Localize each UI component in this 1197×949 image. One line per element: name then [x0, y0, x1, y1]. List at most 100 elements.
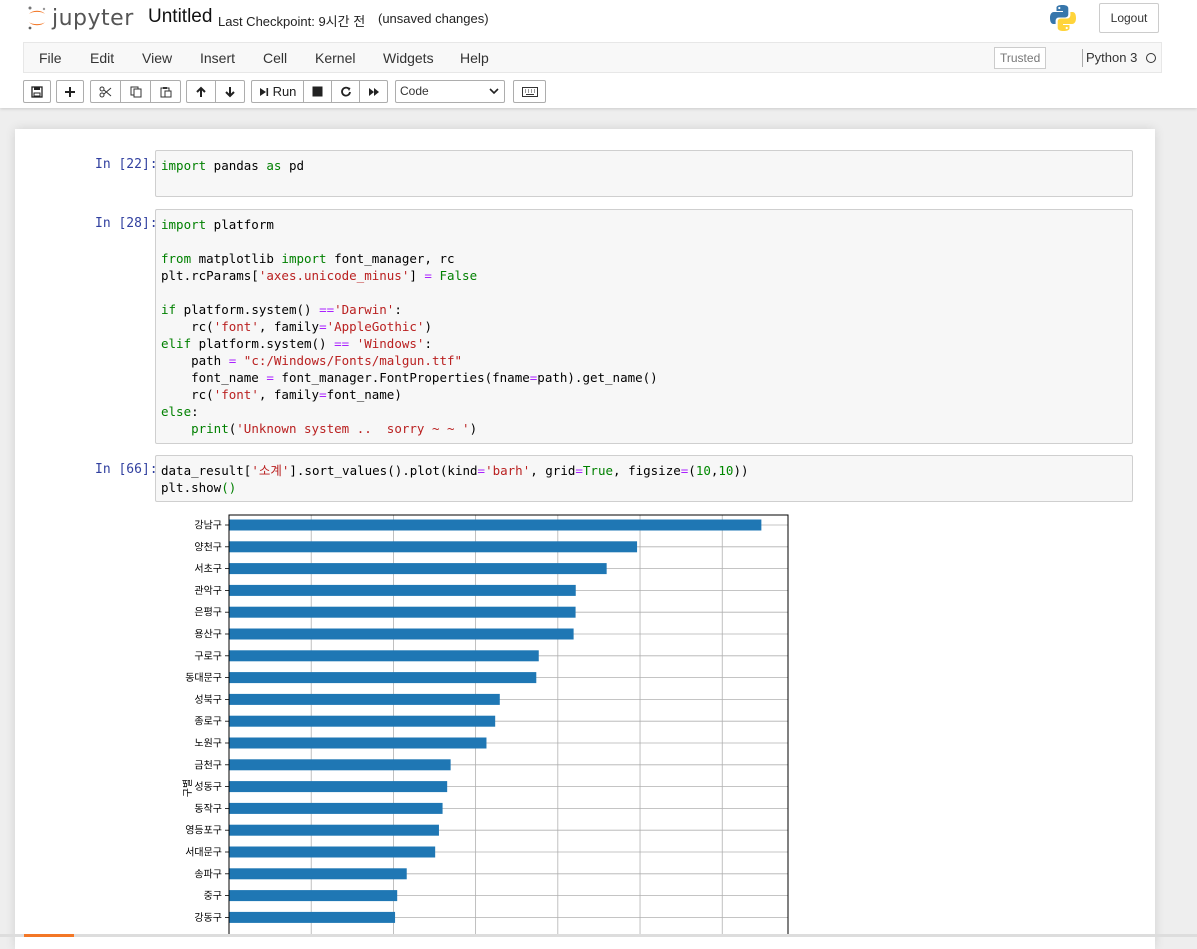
chart-bar — [229, 846, 436, 858]
fast-forward-icon — [368, 87, 379, 96]
chart-bar — [229, 693, 500, 705]
chart-bar — [229, 737, 487, 749]
chevron-down-icon — [489, 88, 499, 95]
paste-icon — [160, 86, 171, 97]
chart-bar — [229, 541, 638, 553]
menu-file[interactable]: File — [39, 43, 62, 73]
copy-button[interactable] — [120, 80, 151, 103]
menu-kernel[interactable]: Kernel — [315, 43, 355, 73]
paste-button[interactable] — [150, 80, 181, 103]
chart-bar — [229, 911, 396, 923]
chart-tick-label: 동대문구 — [185, 672, 222, 684]
cell-type-value: Code — [400, 84, 429, 98]
chart-tick-label: 강남구 — [194, 520, 222, 532]
logout-button[interactable]: Logout — [1099, 3, 1159, 33]
jupyter-logo-icon — [28, 6, 46, 30]
move-up-button[interactable] — [186, 80, 216, 103]
menu-edit[interactable]: Edit — [90, 43, 114, 73]
menu-bar: File Edit View Insert Cell Kernel Widget… — [23, 42, 1162, 73]
chart-bar — [229, 824, 439, 836]
python-logo-icon — [1050, 5, 1076, 31]
autosave-status: (unsaved changes) — [378, 11, 489, 26]
chart-ylabel: 구별 — [182, 779, 194, 797]
chart-tick-label: 성북구 — [194, 694, 222, 706]
chart-tick-label: 서대문구 — [185, 847, 222, 859]
menu-view[interactable]: View — [142, 43, 172, 73]
restart-button[interactable] — [331, 80, 360, 103]
run-button[interactable]: Run — [251, 80, 304, 103]
chart-bar — [229, 715, 496, 727]
arrow-up-icon — [196, 86, 206, 97]
cell-type-select[interactable]: Code — [395, 80, 505, 103]
chart-bar — [229, 802, 443, 814]
save-icon — [31, 85, 43, 98]
checkpoint-status: Last Checkpoint: 9시간 전 — [218, 14, 366, 29]
chart-tick-label: 관악구 — [194, 585, 222, 597]
chart-tick-label: 강동구 — [194, 912, 222, 924]
code-cell-2[interactable]: import platform from matplotlib import f… — [155, 209, 1133, 444]
chart-tick-label: 은평구 — [194, 607, 222, 619]
chart-bar — [229, 628, 574, 640]
run-group: Run — [251, 80, 388, 103]
save-button[interactable] — [23, 80, 51, 103]
chart-tick-label: 송파구 — [194, 868, 222, 880]
code-cell-3[interactable]: data_result['소계'].sort_values().plot(kin… — [155, 455, 1133, 502]
restart-run-all-button[interactable] — [359, 80, 388, 103]
keyboard-icon — [521, 86, 538, 97]
move-group — [186, 80, 245, 103]
command-palette-button[interactable] — [513, 80, 546, 103]
cell-prompt: In [22]: — [95, 157, 158, 172]
chart-tick-label: 양천구 — [194, 541, 222, 553]
notebook-container: In [22]: import pandas as pd In [28]: im… — [15, 129, 1155, 949]
chart-tick-label: 성동구 — [194, 781, 222, 793]
move-down-button[interactable] — [215, 80, 245, 103]
menu-help[interactable]: Help — [460, 43, 489, 73]
kernel-name: Python 3 — [1086, 50, 1138, 65]
arrow-down-icon — [225, 86, 235, 97]
jupyter-logo[interactable]: jupyter — [26, 4, 134, 32]
header: jupyter Untitled Last Checkpoint: 9시간 전 … — [0, 0, 1197, 108]
stop-icon — [312, 86, 323, 97]
clipboard-group — [90, 80, 181, 103]
chart-bar — [229, 584, 576, 596]
copy-icon — [130, 86, 141, 97]
chart-bar — [229, 650, 539, 662]
chart-tick-label: 노원구 — [194, 738, 222, 750]
cut-button[interactable] — [90, 80, 121, 103]
chart-tick-label: 구로구 — [194, 651, 222, 662]
logo-text: jupyter — [52, 5, 134, 31]
chart-tick-label: 종로구 — [194, 716, 222, 728]
chart-tick-label: 중구 — [204, 890, 222, 902]
plus-icon — [65, 86, 75, 97]
chart-bar — [229, 781, 448, 793]
chart-tick-label: 금천구 — [194, 759, 222, 771]
scissors-icon — [99, 86, 112, 97]
redo-icon — [340, 86, 351, 96]
menu-widgets[interactable]: Widgets — [383, 43, 434, 73]
chart-bar — [229, 563, 607, 575]
kernel-idle-indicator — [1146, 53, 1156, 63]
kernel-separator — [1082, 49, 1083, 67]
output-chart: 강남구양천구서초구관악구은평구용산구구로구동대문구성북구종로구노원구금천구성동구… — [182, 514, 789, 937]
trusted-indicator[interactable]: Trusted — [994, 47, 1047, 69]
notebook-title[interactable]: Untitled — [148, 6, 212, 28]
cell-prompt: In [28]: — [95, 216, 158, 231]
menu-cell[interactable]: Cell — [263, 43, 287, 73]
chart-bar — [229, 759, 451, 771]
chart-bar — [229, 606, 576, 618]
chart-bar — [229, 519, 762, 531]
insert-cell-button[interactable] — [56, 80, 84, 103]
cell-prompt: In [66]: — [95, 462, 158, 477]
chart-bar — [229, 868, 407, 880]
chart-tick-label: 서초구 — [194, 563, 222, 575]
chart-tick-label: 영등포구 — [185, 825, 222, 837]
chart-bar — [229, 890, 398, 902]
interrupt-button[interactable] — [303, 80, 332, 103]
chart-tick-label: 용산구 — [194, 629, 222, 641]
chart-bar — [229, 672, 537, 684]
chart-tick-label: 동작구 — [194, 803, 222, 815]
step-forward-icon — [259, 87, 268, 96]
chart-tick-labels: 강남구양천구서초구관악구은평구용산구구로구동대문구성북구종로구노원구금천구성동구… — [185, 520, 229, 924]
code-cell-1[interactable]: import pandas as pd — [155, 150, 1133, 197]
menu-insert[interactable]: Insert — [200, 43, 235, 73]
